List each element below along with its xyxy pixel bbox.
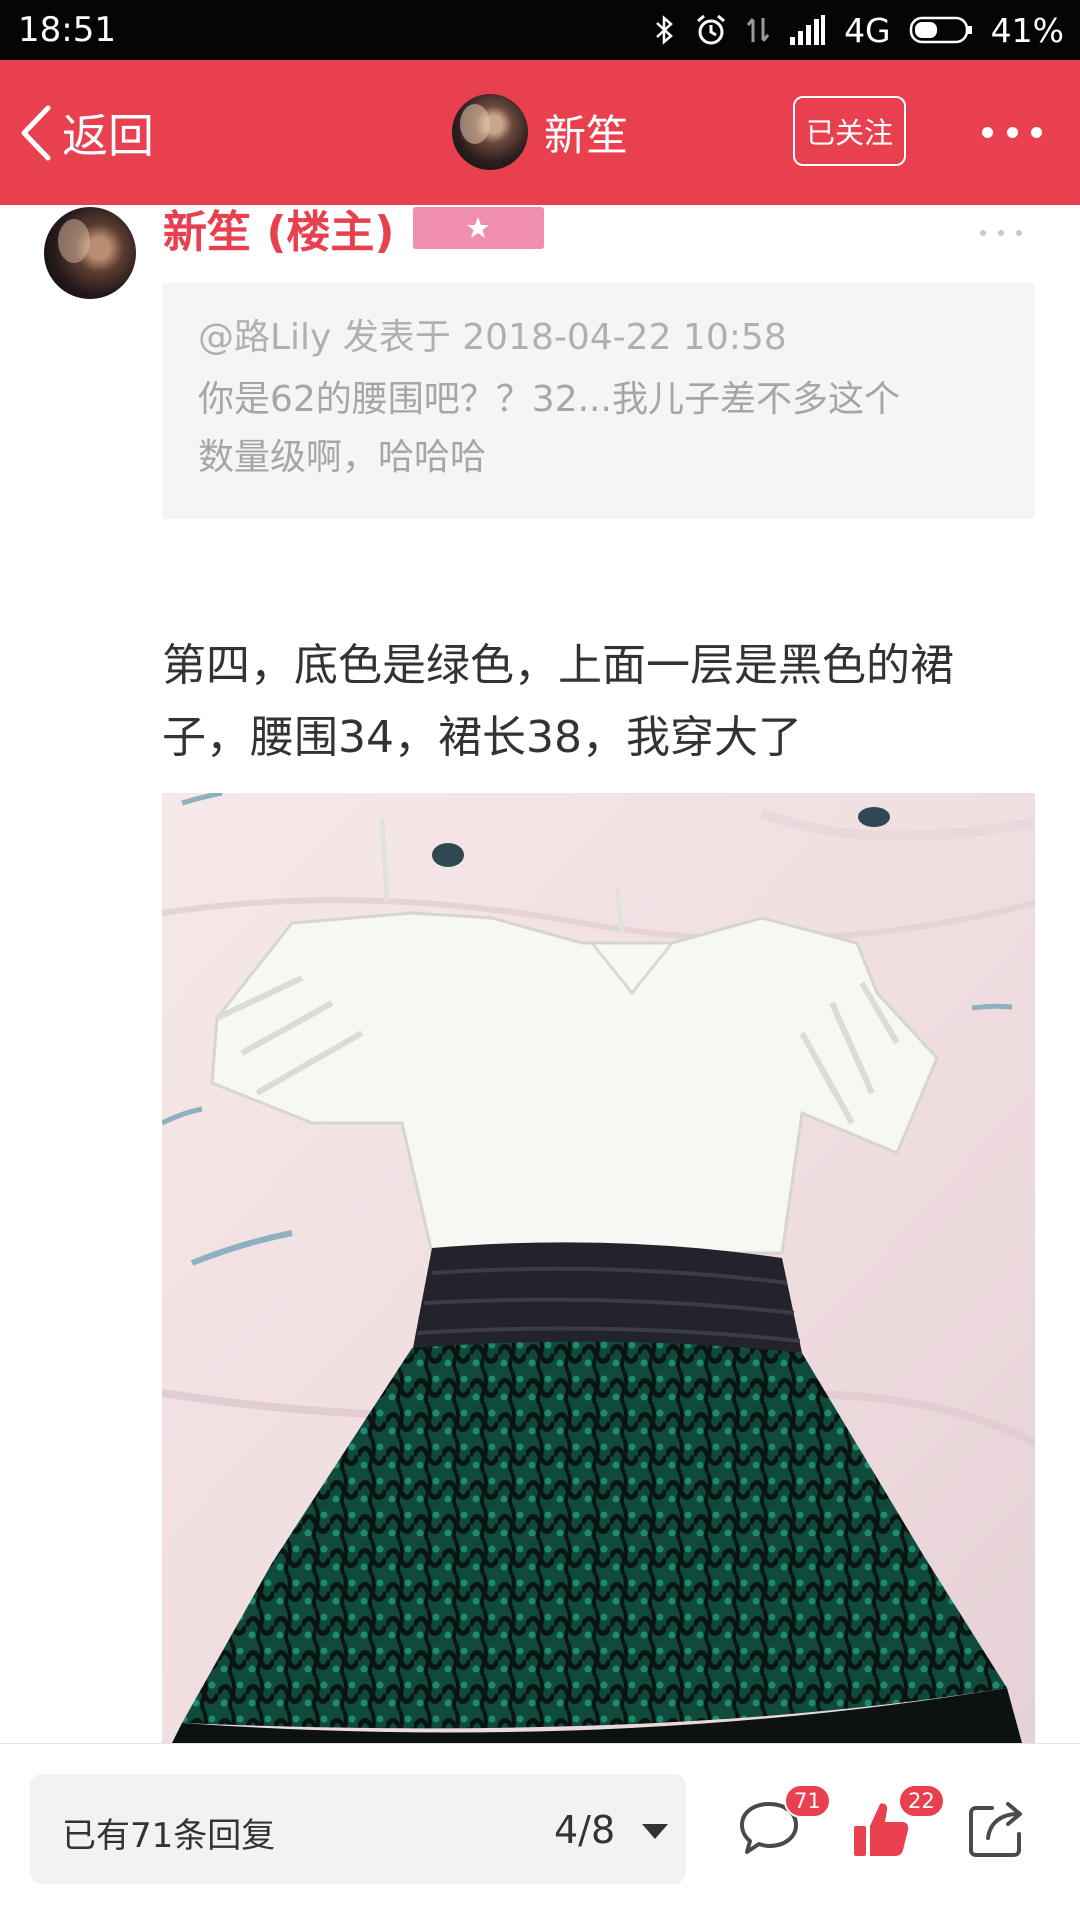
battery-icon (909, 16, 972, 44)
follow-button[interactable]: 已关注 (793, 96, 906, 166)
reply-count: 已有71条回复 (62, 1816, 276, 1856)
post-more-icon[interactable] (980, 218, 1022, 248)
like-count-badge: 22 (898, 1784, 945, 1818)
status-bar: 18:51 4G 41% (0, 0, 1080, 60)
chevron-down-icon (642, 1824, 668, 1839)
data-transfer-icon (746, 18, 770, 42)
reply-page-selector[interactable]: 已有71条回复 4/8 (30, 1774, 686, 1884)
star-badge (412, 207, 544, 249)
post-body-line: 子，腰围34，裙长38，我穿大了 (162, 712, 802, 763)
quote-line: 你是62的腰围吧？？32...我儿子差不多这个 (198, 379, 900, 420)
post-body: 第四，底色是绿色，上面一层是黑色的裙 子，腰围34，裙长38，我穿大了 (162, 630, 1042, 774)
author-avatar[interactable] (44, 207, 136, 299)
star-icon (467, 217, 490, 238)
status-time: 18:51 (18, 10, 116, 50)
avatar[interactable] (452, 94, 528, 170)
back-label: 返回 (62, 109, 154, 163)
alarm-icon (697, 14, 726, 45)
battery-level: 41% (990, 10, 1064, 50)
network-type: 4G (844, 10, 891, 50)
post-body-line: 第四，底色是绿色，上面一层是黑色的裙 (162, 640, 954, 691)
quoted-reply[interactable]: @路Lily 发表于 2018-04-22 10:58 你是62的腰围吧？？32… (162, 283, 1035, 519)
page-indicator: 4/8 (554, 1808, 616, 1852)
author-name[interactable]: 新笙 (楼主) (163, 196, 395, 260)
status-icons: 4G 41% (654, 8, 1064, 52)
share-icon (969, 1802, 1022, 1857)
chevron-left-icon (21, 105, 51, 161)
back-button[interactable]: 返回 (18, 98, 154, 168)
author-row: 新笙 (楼主) (163, 196, 544, 260)
more-icon[interactable] (982, 112, 1042, 152)
signal-icon (790, 15, 826, 45)
quote-text: 你是62的腰围吧？？32...我儿子差不多这个 数量级啊，哈哈哈 (198, 371, 999, 487)
post-photo[interactable] (162, 793, 1035, 1743)
comment-count-badge: 71 (784, 1784, 831, 1818)
header-user[interactable]: 新笙 (452, 92, 628, 172)
app-header: 返回 新笙 已关注 (0, 60, 1080, 205)
bottom-bar: 已有71条回复 4/8 71 22 (0, 1743, 1080, 1920)
quote-meta: @路Lily 发表于 2018-04-22 10:58 (198, 317, 787, 358)
outfit-photo (162, 793, 1035, 1743)
page-title: 新笙 (544, 110, 629, 160)
share-button[interactable] (966, 1798, 1036, 1868)
bluetooth-icon (656, 15, 673, 45)
quote-line: 数量级啊，哈哈哈 (198, 437, 487, 478)
